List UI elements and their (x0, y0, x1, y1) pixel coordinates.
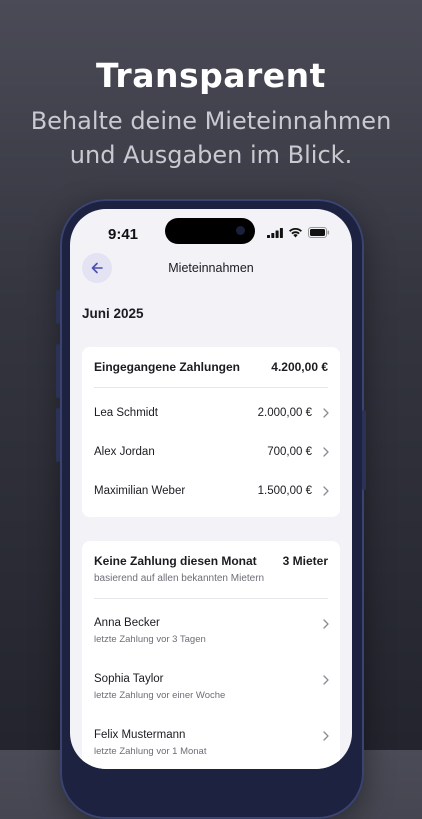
status-time: 9:41 (108, 226, 139, 243)
tenant-name: Lea Schmidt (94, 407, 158, 419)
signal-icon (267, 227, 283, 238)
tenant-name: Sophia Taylor (94, 673, 164, 685)
battery-icon (308, 227, 330, 238)
received-header: Eingegangene Zahlungen 4.200,00 € (94, 360, 328, 374)
last-payment-text: letzte Zahlung vor 3 Tagen (94, 634, 206, 645)
received-total: 4.200,00 € (271, 360, 328, 374)
tenant-name: Anna Becker (94, 617, 160, 629)
chevron-right-icon (323, 619, 329, 629)
chevron-right-icon (323, 447, 329, 457)
missing-count: 3 Mieter (282, 554, 328, 568)
chevron-right-icon (323, 408, 329, 418)
received-title: Eingegangene Zahlungen (94, 360, 241, 374)
payment-amount: 1.500,00 € (257, 485, 312, 497)
payment-amount: 2.000,00 € (257, 407, 312, 419)
payment-row[interactable]: Maximilian Weber 1.500,00 € (94, 481, 330, 501)
wifi-icon (289, 227, 302, 238)
missing-title: Keine Zahlung diesen Monat (94, 554, 257, 568)
missing-payments-card: Keine Zahlung diesen Monat 3 Mieter basi… (82, 541, 340, 769)
payment-amount: 700,00 € (267, 446, 312, 458)
status-icons (267, 227, 330, 238)
phone-screen: 9:41 Mieteinnahmen Juni 2025 Eingegangen… (70, 209, 352, 769)
divider (94, 598, 328, 599)
last-payment-text: letzte Zahlung vor einer Woche (94, 690, 226, 701)
phone-side-button (362, 410, 366, 490)
phone-side-button (56, 408, 60, 462)
payment-row[interactable]: Alex Jordan 700,00 € (94, 442, 330, 462)
phone-side-button (56, 290, 60, 324)
camera-icon (236, 226, 245, 235)
chevron-right-icon (323, 486, 329, 496)
chevron-right-icon (323, 731, 329, 741)
tenant-name: Felix Mustermann (94, 729, 186, 741)
page-title: Mieteinnahmen (168, 261, 254, 275)
chevron-right-icon (323, 675, 329, 685)
tenant-name: Alex Jordan (94, 446, 155, 458)
divider (94, 387, 328, 388)
missing-subtitle: basierend auf allen bekannten Mietern (94, 573, 265, 584)
hero-subtitle: Behalte deine Mieteinnahmen und Ausgaben… (30, 107, 392, 169)
hero-title: Transparent (96, 56, 326, 95)
payment-row[interactable]: Lea Schmidt 2.000,00 € (94, 403, 330, 423)
phone-side-button (56, 344, 60, 398)
received-payments-card: Eingegangene Zahlungen 4.200,00 € Lea Sc… (82, 347, 340, 517)
status-bar: 9:41 (70, 209, 352, 257)
dynamic-island (165, 218, 255, 244)
tenant-row[interactable]: Felix Mustermann letzte Zahlung vor 1 Mo… (94, 729, 330, 757)
month-heading: Juni 2025 (82, 306, 144, 321)
missing-header: Keine Zahlung diesen Monat 3 Mieter (94, 554, 328, 568)
last-payment-text: letzte Zahlung vor 1 Monat (94, 746, 207, 757)
tenant-row[interactable]: Sophia Taylor letzte Zahlung vor einer W… (94, 673, 330, 701)
tenant-row[interactable]: Anna Becker letzte Zahlung vor 3 Tagen (94, 617, 330, 645)
tenant-name: Maximilian Weber (94, 485, 186, 497)
